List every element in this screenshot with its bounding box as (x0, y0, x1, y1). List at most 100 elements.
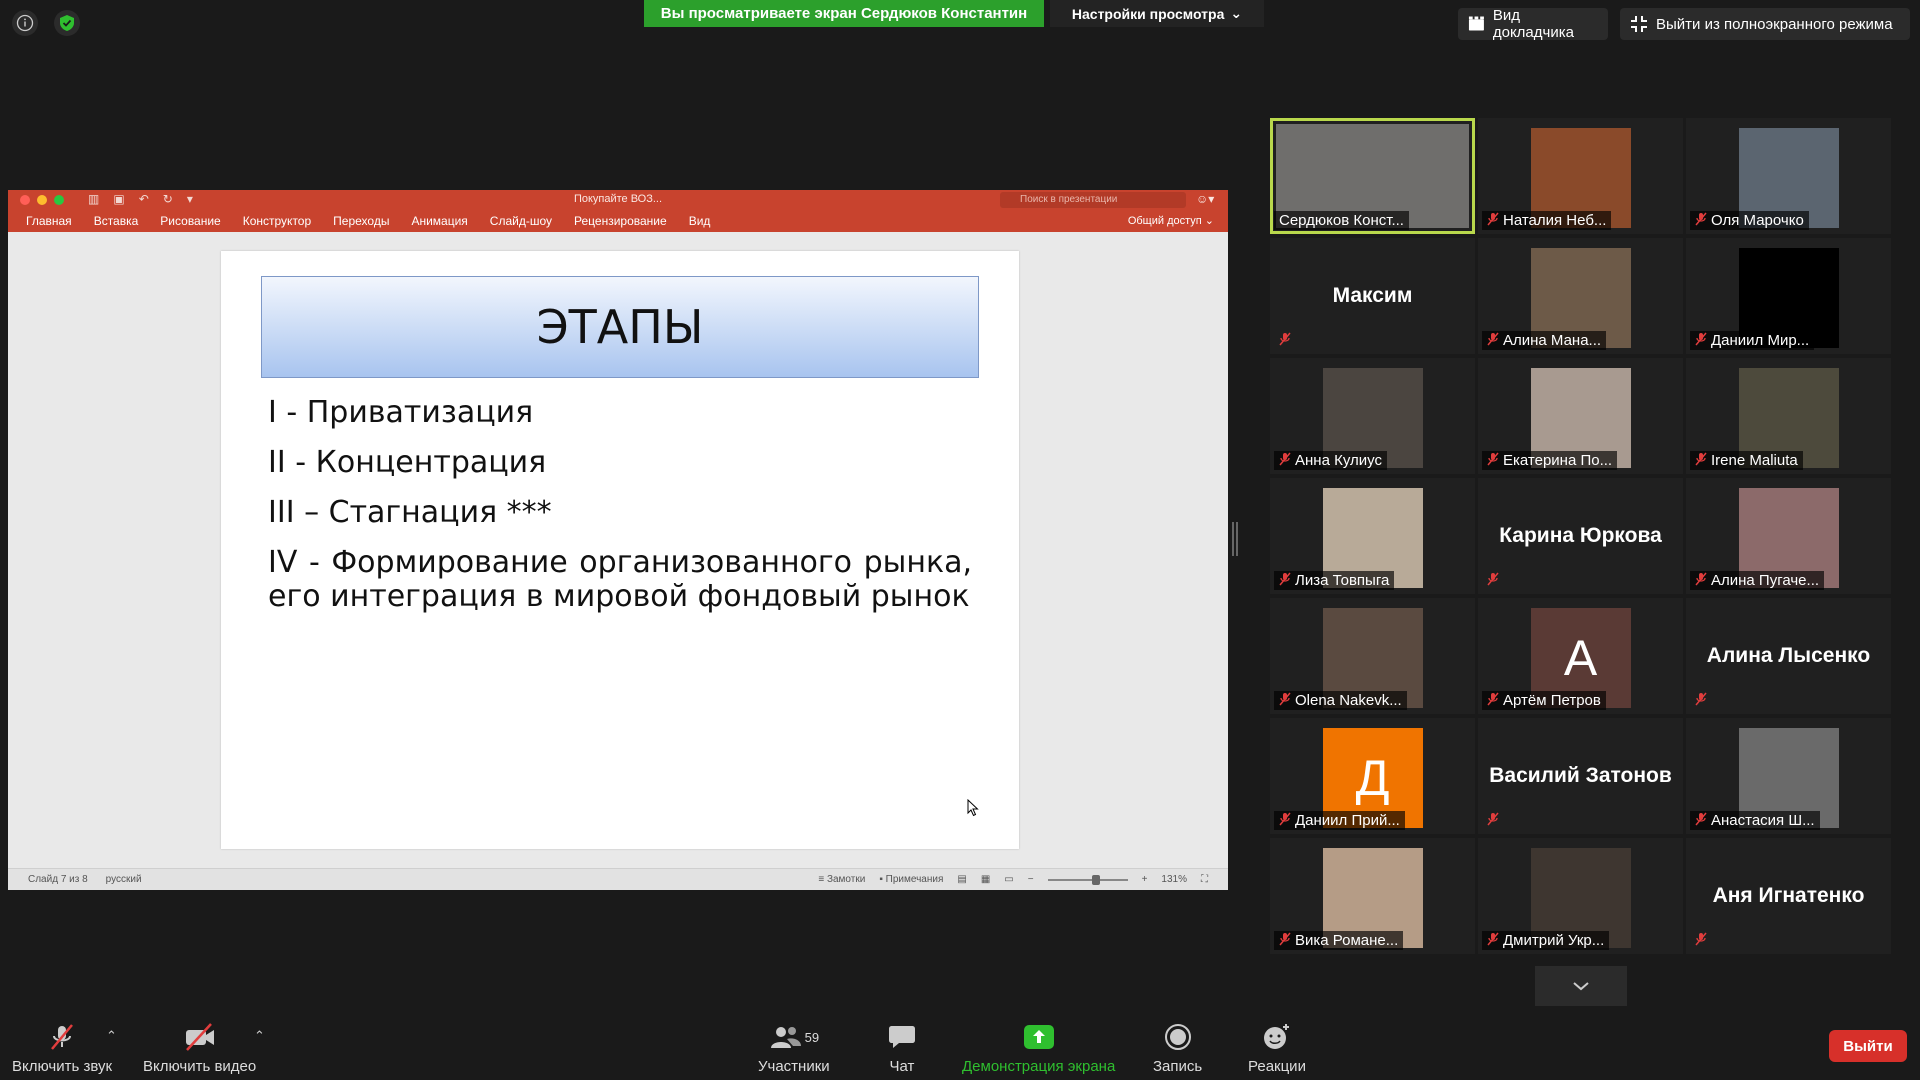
participant-tile[interactable]: Оля Марочко (1686, 118, 1891, 234)
ribbon-tab-home[interactable]: Главная (26, 214, 72, 228)
ribbon-tab-design[interactable]: Конструктор (243, 214, 311, 228)
normal-view-icon[interactable]: ▤ (957, 874, 966, 885)
participant-name: Сердюков Конст... (1279, 212, 1404, 229)
participant-tile[interactable]: Аня Игнатенко (1686, 838, 1891, 954)
ribbon-tab-review[interactable]: Рецензирование (574, 214, 667, 228)
shield-icon[interactable] (54, 10, 80, 36)
record-button[interactable]: Запись (1153, 1022, 1202, 1075)
audio-options-caret-icon[interactable]: ⌃ (106, 1028, 117, 1044)
view-settings-dropdown[interactable]: Настройки просмотра ⌄ (1050, 0, 1264, 27)
info-icon[interactable] (12, 10, 38, 36)
participant-name: Вика Романе... (1295, 932, 1399, 949)
view-settings-label: Настройки просмотра (1071, 5, 1225, 22)
fit-slide-icon[interactable]: ⛶ (1201, 874, 1208, 885)
ribbon-tab-slideshow[interactable]: Слайд-шоу (490, 214, 552, 228)
video-off-icon (183, 1022, 217, 1052)
participant-tile[interactable]: А Артём Петров (1478, 598, 1683, 714)
participant-name: Irene Maliuta (1711, 452, 1798, 469)
exit-fullscreen-button[interactable]: Выйти из полноэкранного режима (1620, 8, 1910, 40)
participant-tile[interactable]: Даниил Мир... (1686, 238, 1891, 354)
zoom-slider[interactable] (1047, 874, 1128, 885)
participant-tile[interactable]: Максим (1270, 238, 1475, 354)
participant-tile[interactable]: Наталия Неб... (1478, 118, 1683, 234)
participant-name: Наталия Неб... (1503, 212, 1607, 229)
presentation-search-input[interactable]: Поиск в презентации (1000, 192, 1186, 208)
participants-count: 59 (804, 1029, 820, 1045)
chat-label: Чат (889, 1058, 915, 1075)
speaker-view-button[interactable]: Вид докладчика (1458, 7, 1608, 41)
share-screen-button[interactable]: Демонстрация экрана (962, 1022, 1115, 1075)
zoom-out-icon[interactable]: − (1028, 874, 1034, 885)
panel-splitter[interactable] (1232, 522, 1238, 556)
zoom-slider-thumb[interactable] (1091, 874, 1100, 885)
reading-view-icon[interactable]: ▭ (1004, 874, 1013, 885)
participant-name-label (1274, 331, 1296, 350)
participant-name: Анна Кулиус (1295, 452, 1382, 469)
participant-tile[interactable]: Irene Maliuta (1686, 358, 1891, 474)
chat-button[interactable]: Чат (888, 1022, 916, 1075)
participant-tile[interactable]: Василий Затонов (1478, 718, 1683, 834)
participant-tile[interactable]: Анастасия Ш... (1686, 718, 1891, 834)
participant-display-name: Василий Затонов (1489, 764, 1672, 787)
video-options-caret-icon[interactable]: ⌃ (254, 1028, 265, 1044)
shared-powerpoint-window: ▥ ▣ ↶ ↻ ▾ Покупайте ВОЗ... Поиск в презе… (8, 190, 1228, 890)
ribbon-tab-insert[interactable]: Вставка (94, 214, 139, 228)
unmute-label: Включить звук (12, 1058, 113, 1075)
participant-name: Оля Марочко (1711, 212, 1804, 229)
participant-tile[interactable]: Алина Лысенко (1686, 598, 1891, 714)
participant-tile[interactable]: Вика Романе... (1270, 838, 1475, 954)
gallery-next-page-button[interactable] (1535, 966, 1627, 1006)
mic-muted-icon (1695, 212, 1707, 229)
notes-button[interactable]: ≡ Замотки (818, 874, 865, 885)
chat-icon (888, 1022, 916, 1052)
feedback-smiley-icon[interactable]: ☺▾ (1196, 192, 1214, 206)
participant-tile[interactable]: Olena Nakevk... (1270, 598, 1475, 714)
participant-tile[interactable]: Анна Кулиус (1270, 358, 1475, 474)
exit-fullscreen-label: Выйти из полноэкранного режима (1656, 15, 1893, 33)
participant-tile[interactable]: Екатерина По... (1478, 358, 1683, 474)
notes-label: Замотки (826, 874, 866, 885)
participant-name: Анастасия Ш... (1711, 812, 1815, 829)
participant-name-label: Даниил Мир... (1690, 331, 1815, 350)
participant-name: Даниил Прий... (1295, 812, 1400, 829)
participant-tile[interactable]: Карина Юркова (1478, 478, 1683, 594)
participant-name-label (1482, 571, 1504, 590)
screen-share-banner: Вы просматриваете экран Сердюков Констан… (644, 0, 1044, 27)
participant-tile[interactable]: Алина Мана... (1478, 238, 1683, 354)
participant-name: Лиза Товпыга (1295, 572, 1390, 589)
mic-muted-icon (1487, 332, 1499, 349)
participant-tile[interactable]: Дмитрий Укр... (1478, 838, 1683, 954)
participant-name-label (1690, 931, 1712, 950)
reactions-button[interactable]: Реакции (1248, 1022, 1306, 1075)
mic-muted-icon (1487, 932, 1499, 949)
slide-sorter-icon[interactable]: ▦ (981, 874, 990, 885)
ribbon-tab-animation[interactable]: Анимация (411, 214, 467, 228)
participant-tile[interactable]: Д Даниил Прий... (1270, 718, 1475, 834)
participant-name-label (1690, 691, 1712, 710)
slide: ЭТАПЫ I - Приватизация II - Концентрация… (221, 251, 1019, 849)
mic-muted-icon (1279, 572, 1291, 589)
slide-item: I - Приватизация (268, 395, 534, 430)
participant-tile[interactable]: Сердюков Конст... (1270, 118, 1475, 234)
chevron-down-icon: ⌄ (1230, 5, 1243, 21)
zoom-in-icon[interactable]: + (1142, 874, 1148, 885)
comments-button[interactable]: ▪ Примечания (879, 874, 943, 885)
start-video-label: Включить видео (143, 1058, 257, 1075)
share-screen-label: Демонстрация экрана (962, 1058, 1116, 1075)
zoom-level: 131% (1161, 874, 1187, 885)
share-access-button[interactable]: Общий доступ ⌄ (1128, 214, 1214, 227)
participant-name-label: Olena Nakevk... (1274, 691, 1407, 710)
participant-name: Дмитрий Укр... (1503, 932, 1605, 949)
unmute-button[interactable]: Включить звук (12, 1022, 112, 1075)
start-video-button[interactable]: Включить видео (143, 1022, 256, 1075)
participant-tile[interactable]: Лиза Товпыга (1270, 478, 1475, 594)
participant-tile[interactable]: Алина Пугаче... (1686, 478, 1891, 594)
mic-muted-icon (1695, 332, 1707, 349)
ribbon-tab-draw[interactable]: Рисование (160, 214, 220, 228)
reactions-icon (1262, 1022, 1292, 1052)
ribbon-tab-transitions[interactable]: Переходы (333, 214, 389, 228)
language-indicator[interactable]: русский (106, 874, 142, 885)
leave-meeting-button[interactable]: Выйти (1829, 1030, 1907, 1062)
participants-button[interactable]: 59 Участники (758, 1022, 830, 1075)
ribbon-tab-view[interactable]: Вид (689, 214, 711, 228)
